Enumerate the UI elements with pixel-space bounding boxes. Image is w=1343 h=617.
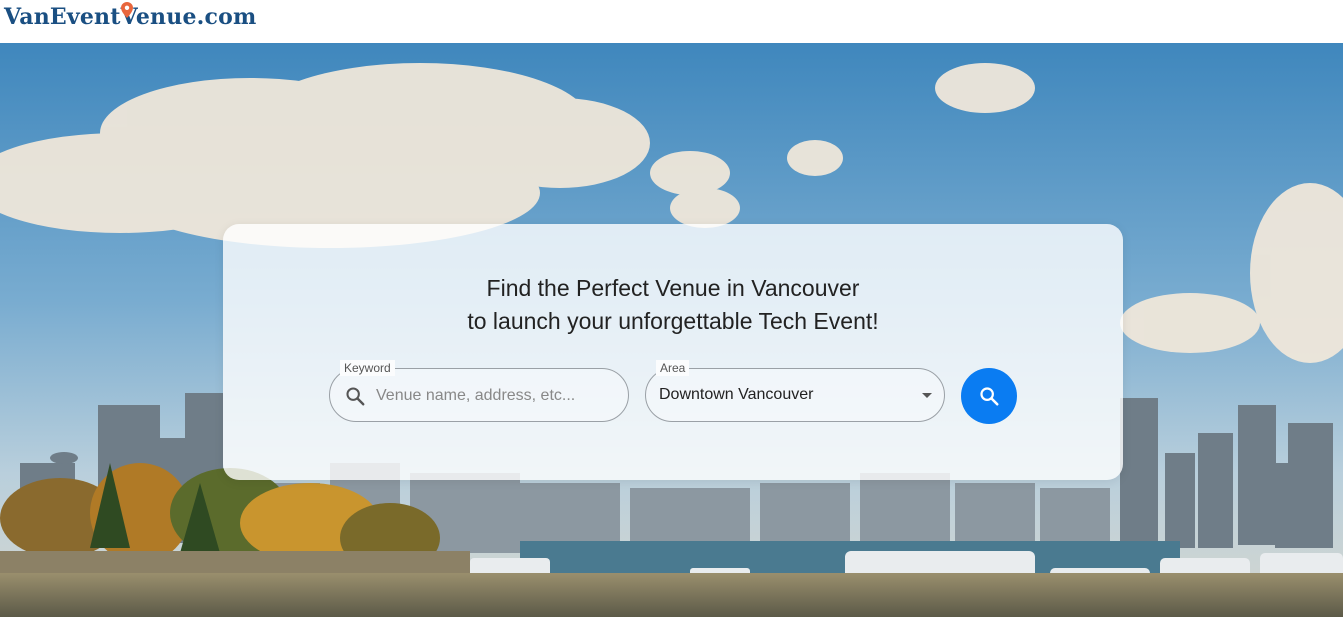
area-select[interactable]: Area Downtown Vancouver: [645, 360, 945, 422]
hero-headline: Find the Perfect Venue in Vancouver to l…: [223, 272, 1123, 338]
top-bar: VanEventVenue.com: [0, 0, 1343, 43]
search-card: Find the Perfect Venue in Vancouver to l…: [223, 224, 1123, 480]
site-logo[interactable]: VanEventVenue.com: [4, 2, 256, 30]
search-button[interactable]: [961, 368, 1017, 424]
headline-line-2: to launch your unforgettable Tech Event!: [467, 308, 879, 334]
search-icon: [980, 387, 999, 406]
map-pin-icon: [121, 2, 133, 18]
area-selected-value: Downtown Vancouver: [659, 386, 814, 403]
keyword-field[interactable]: Keyword: [329, 360, 629, 423]
area-label: Area: [656, 360, 690, 376]
chevron-down-icon[interactable]: [922, 393, 932, 398]
search-icon: [346, 387, 365, 406]
headline-line-1: Find the Perfect Venue in Vancouver: [486, 275, 860, 301]
keyword-input[interactable]: [374, 369, 618, 423]
hero-banner: Find the Perfect Venue in Vancouver to l…: [0, 43, 1343, 617]
